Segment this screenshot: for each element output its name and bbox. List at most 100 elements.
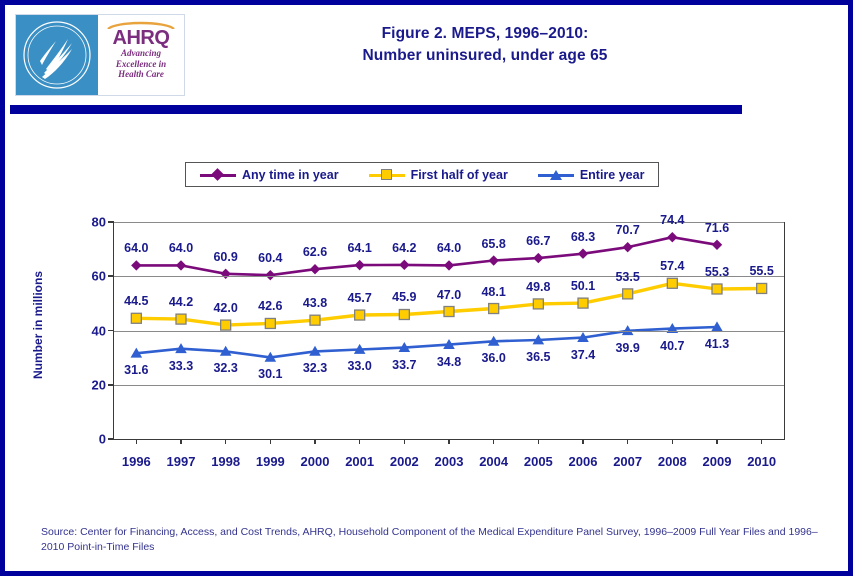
ahrq-hhs-logo: AHRQ Advancing Excellence in Health Care [15, 14, 185, 96]
y-tick-mark-40 [108, 329, 114, 332]
x-tick-label-1999: 1999 [255, 454, 285, 469]
data-point-2004-diamond[interactable] [488, 255, 499, 266]
x-tick-mark-2001 [358, 439, 361, 444]
legend-item-entire-year[interactable]: Entire year [537, 167, 645, 182]
x-tick-label-2007: 2007 [613, 454, 643, 469]
gridline-40 [114, 330, 784, 332]
ahrq-tagline-1: Advancing [120, 48, 161, 58]
data-point-2001-square[interactable] [354, 309, 366, 321]
data-point-1998-square[interactable] [220, 319, 232, 331]
x-tick-label-2009: 2009 [702, 454, 732, 469]
page-title: Figure 2. MEPS, 1996–2010: Number uninsu… [205, 23, 765, 67]
data-point-1999-square[interactable] [264, 317, 276, 330]
legend-item-first-half-of-year[interactable]: First half of year [368, 167, 508, 182]
y-tick-mark-80 [108, 221, 114, 223]
x-tick-label-2004: 2004 [479, 454, 509, 469]
ahrq-tagline-3: Health Care [118, 69, 164, 79]
data-point-2000-diamond[interactable] [309, 263, 321, 275]
data-point-2008-square[interactable] [666, 277, 678, 289]
ahrq-abbr: AHRQ [112, 27, 170, 49]
data-point-2003-square[interactable] [443, 305, 455, 318]
y-tick-label-20: 20 [91, 377, 106, 393]
data-point-2005-diamond[interactable] [533, 252, 544, 264]
data-point-2003-diamond[interactable] [443, 260, 455, 271]
data-point-1998-diamond[interactable] [220, 268, 231, 280]
data-point-2006-square[interactable] [577, 297, 589, 309]
y-tick-mark-0 [108, 438, 114, 440]
x-tick-mark-2005 [537, 439, 540, 444]
data-point-2004-square[interactable] [488, 302, 500, 315]
data-point-2009-square[interactable] [711, 283, 723, 295]
y-tick-label-0: 0 [98, 431, 106, 447]
chart-legend: Any time in year First half of year Enti… [185, 162, 660, 187]
y-tick-label-60: 60 [91, 268, 106, 284]
x-tick-mark-1996 [135, 439, 138, 444]
x-tick-mark-1997 [180, 439, 182, 444]
data-point-1996-square[interactable] [130, 312, 142, 324]
y-tick-label-80: 80 [91, 214, 106, 230]
data-point-2000-square[interactable] [309, 314, 321, 326]
data-point-1997-square[interactable] [175, 313, 187, 325]
x-tick-label-2005: 2005 [523, 454, 553, 469]
chart: Number in millions 0 20 40 60 80 1996 1997 1998… [5, 200, 848, 490]
data-point-1996-diamond[interactable] [131, 260, 142, 271]
x-tick-mark-1999 [269, 439, 272, 444]
data-point-2007-diamond[interactable] [622, 242, 633, 253]
x-tick-label-2003: 2003 [434, 454, 464, 469]
data-point-2009-diamond[interactable] [711, 239, 723, 250]
hhs-seal-icon [16, 15, 98, 95]
y-axis-label: Number in millions [31, 271, 45, 380]
legend-label-2: Entire year [579, 167, 645, 182]
title-line-2: Number uninsured, under age 65 [362, 47, 608, 64]
data-point-2010-square[interactable] [756, 282, 768, 295]
x-tick-label-1997: 1997 [166, 454, 196, 469]
y-tick-mark-60 [108, 275, 114, 278]
data-point-2002-diamond[interactable] [399, 259, 410, 271]
x-tick-label-2001: 2001 [345, 454, 375, 469]
x-tick-mark-2008 [671, 439, 674, 444]
header-divider-bar [10, 105, 742, 114]
x-tick-mark-2004 [492, 439, 495, 444]
x-tick-mark-2006 [582, 439, 584, 444]
legend-label-0: Any time in year [242, 167, 339, 182]
x-tick-mark-2009 [716, 439, 718, 444]
x-tick-mark-2000 [314, 439, 316, 444]
series-line-first-half-of-year [136, 281, 762, 327]
title-line-1: Figure 2. MEPS, 1996–2010: [381, 25, 589, 42]
hhs-seal-svg [21, 19, 93, 91]
data-point-2006-diamond[interactable] [577, 248, 589, 259]
plot-area: 0 20 40 60 80 1996 1997 1998 1999 2000 2001 2002 200… [92, 213, 785, 469]
ahrq-tagline-2: Excellence in [115, 58, 167, 69]
x-tick-label-2002: 2002 [389, 454, 419, 469]
ahrq-wordmark: AHRQ Advancing Excellence in Health Care [98, 15, 184, 95]
x-tick-mark-1998 [224, 439, 227, 444]
x-tick-label-2008: 2008 [657, 454, 687, 469]
header: AHRQ Advancing Excellence in Health Care… [5, 5, 848, 103]
data-point-2001-diamond[interactable] [354, 259, 365, 271]
legend-item-any-time-in-year[interactable]: Any time in year [200, 168, 339, 182]
data-point-2005-square[interactable] [532, 298, 544, 310]
data-point-2008-diamond[interactable] [667, 231, 678, 243]
legend-swatch-square-icon [368, 168, 405, 182]
y-tick-label-40: 40 [91, 323, 106, 338]
source-note: Source: Center for Financing, Access, an… [41, 526, 818, 553]
y-tick-mark-20 [108, 383, 114, 386]
x-tick-label-1996: 1996 [121, 454, 151, 469]
figure-page: AHRQ Advancing Excellence in Health Care… [0, 0, 853, 576]
x-tick-label-1998: 1998 [211, 454, 241, 469]
x-tick-label-2000: 2000 [300, 454, 330, 469]
x-tick-mark-2010 [760, 439, 763, 444]
x-tick-mark-2002 [403, 439, 406, 444]
gridline-20 [114, 384, 784, 386]
x-tick-label-2010: 2010 [747, 454, 777, 469]
series-line-any-time-in-year [136, 235, 718, 277]
data-point-2007-square[interactable] [622, 288, 634, 300]
legend-swatch-triangle-icon [537, 168, 574, 182]
gridline-60 [114, 276, 784, 278]
x-tick-mark-2007 [626, 439, 629, 444]
data-point-1999-diamond[interactable] [265, 269, 276, 281]
data-point-1997-diamond[interactable] [175, 260, 187, 271]
x-tick-mark-2003 [448, 439, 450, 444]
data-point-2002-square[interactable] [398, 308, 410, 321]
legend-label-1: First half of year [410, 167, 508, 182]
